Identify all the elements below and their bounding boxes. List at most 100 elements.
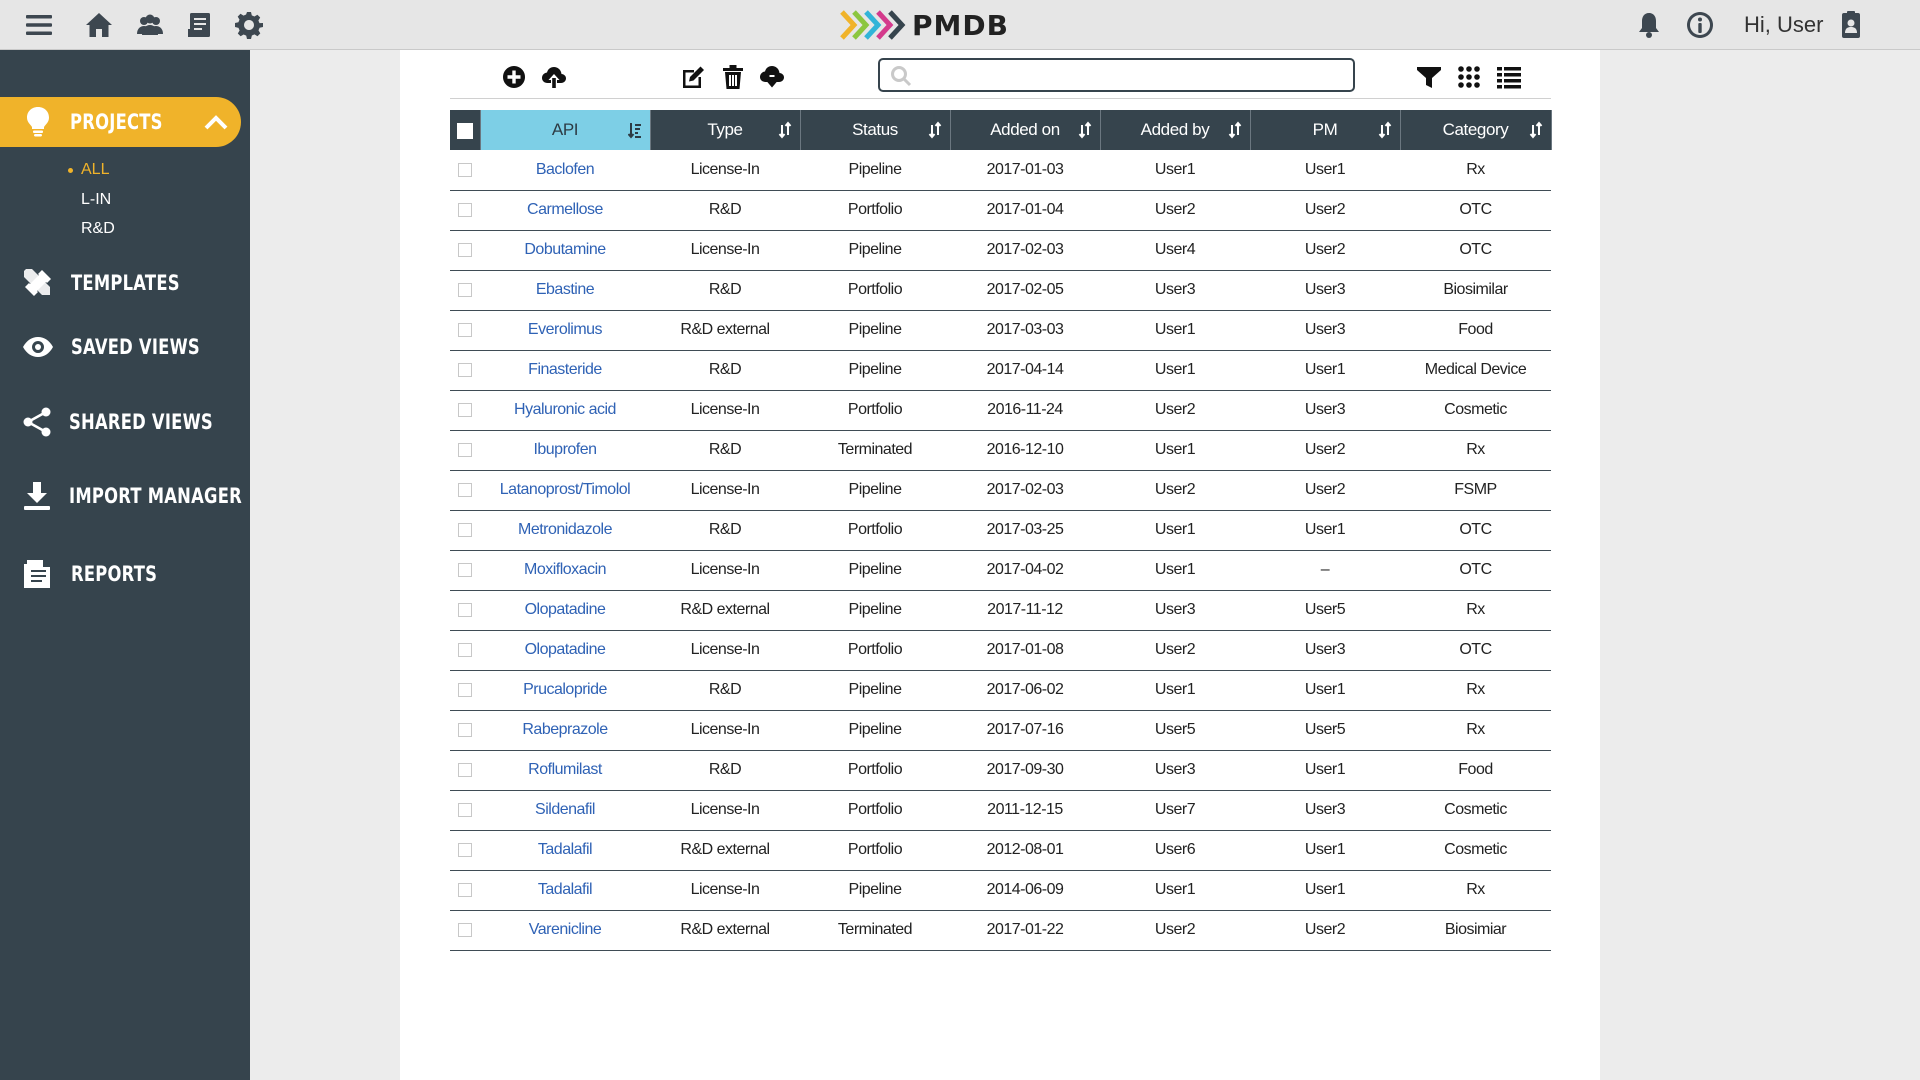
column-header-api[interactable]: API — [480, 110, 651, 150]
user-greeting[interactable]: Hi, User — [1744, 12, 1823, 38]
column-header-added-on[interactable]: Added on — [950, 110, 1101, 150]
api-link[interactable]: Olopatadine — [480, 630, 650, 671]
table-row[interactable]: Tadalafil License-In Pipeline 2014-06-09 Use… — [450, 870, 1551, 911]
api-link[interactable]: Ebastine — [480, 270, 650, 311]
row-checkbox[interactable] — [458, 202, 472, 217]
table-row[interactable]: Carmellose R&D Portfolio 2017-01-04 User2 Use… — [450, 190, 1551, 231]
table-row[interactable]: Moxifloxacin License-In Pipeline 2017-04-02… — [450, 550, 1551, 591]
api-link[interactable]: Varenicline — [480, 910, 650, 951]
table-row[interactable]: Metronidazole R&D Portfolio 2017-03-25 User1… — [450, 510, 1551, 551]
sidebar-subitem-rd[interactable]: R&D — [81, 220, 115, 238]
row-checkbox[interactable] — [458, 842, 472, 857]
row-checkbox[interactable] — [458, 882, 472, 897]
table-row[interactable]: Varenicline R&D external Terminated 2017-01… — [450, 910, 1551, 951]
user-badge-icon[interactable] — [1834, 8, 1868, 42]
bell-icon[interactable] — [1632, 8, 1666, 42]
row-checkbox[interactable] — [458, 562, 472, 577]
row-checkbox[interactable] — [458, 442, 472, 457]
row-checkbox[interactable] — [458, 682, 472, 697]
table-row[interactable]: Baclofen License-In Pipeline 2017-01-03 User… — [450, 150, 1551, 191]
sidebar-item-templates[interactable]: TEMPLATES — [0, 261, 241, 305]
api-link[interactable]: Prucalopride — [480, 670, 650, 711]
column-header-added-by[interactable]: Added by — [1100, 110, 1251, 150]
api-link[interactable]: Metronidazole — [480, 510, 650, 551]
sort-icon[interactable] — [1078, 121, 1092, 139]
edit-icon[interactable] — [678, 62, 708, 92]
row-checkbox[interactable] — [458, 762, 472, 777]
table-row[interactable]: Olopatadine R&D external Pipeline 2017-11-1… — [450, 590, 1551, 631]
documents-icon[interactable] — [183, 8, 217, 42]
gear-icon[interactable] — [232, 8, 266, 42]
sidebar-item-projects[interactable]: PROJECTS — [0, 97, 241, 147]
table-row[interactable]: Dobutamine License-In Pipeline 2017-02-03 Us… — [450, 230, 1551, 271]
list-view-icon[interactable] — [1494, 62, 1524, 92]
api-link[interactable]: Carmellose — [480, 190, 650, 231]
table-row[interactable]: Hyaluronic acid License-In Portfolio 2016-1… — [450, 390, 1551, 431]
api-link[interactable]: Roflumilast — [480, 750, 650, 791]
api-link[interactable]: Baclofen — [480, 150, 650, 191]
table-row[interactable]: Ebastine R&D Portfolio 2017-02-05 User3 User3… — [450, 270, 1551, 311]
row-checkbox[interactable] — [458, 922, 472, 937]
table-row[interactable]: Finasteride R&D Pipeline 2017-04-14 User1 Use… — [450, 350, 1551, 391]
api-link[interactable]: Tadalafil — [480, 830, 650, 871]
table-row[interactable]: Ibuprofen R&D Terminated 2016-12-10 User1 Use… — [450, 430, 1551, 471]
api-link[interactable]: Finasteride — [480, 350, 650, 391]
api-link[interactable]: Rabeprazole — [480, 710, 650, 751]
table-row[interactable]: Tadalafil R&D external Portfolio 2012-08-01… — [450, 830, 1551, 871]
table-row[interactable]: Roflumilast R&D Portfolio 2017-09-30 User3 Us… — [450, 750, 1551, 791]
sidebar-item-saved-views[interactable]: SAVED VIEWS — [0, 325, 241, 369]
row-checkbox[interactable] — [458, 242, 472, 257]
row-checkbox[interactable] — [458, 642, 472, 657]
sidebar-item-reports[interactable]: REPORTS — [0, 552, 241, 596]
row-checkbox[interactable] — [458, 482, 472, 497]
upload-icon[interactable] — [539, 62, 569, 92]
table-row[interactable]: Olopatadine License-In Portfolio 2017-01-08… — [450, 630, 1551, 671]
sort-icon[interactable] — [1378, 121, 1392, 139]
delete-icon[interactable] — [718, 62, 748, 92]
sidebar-subitem-l-in[interactable]: L-IN — [81, 191, 111, 209]
api-link[interactable]: Sildenafil — [480, 790, 650, 831]
info-icon[interactable] — [1683, 8, 1717, 42]
api-link[interactable]: Hyaluronic acid — [480, 390, 650, 431]
api-link[interactable]: Olopatadine — [480, 590, 650, 631]
row-checkbox[interactable] — [458, 602, 472, 617]
sort-icon[interactable] — [778, 121, 792, 139]
row-checkbox[interactable] — [458, 162, 472, 177]
select-all-checkbox[interactable] — [456, 122, 473, 139]
chevron-up-icon[interactable] — [203, 110, 229, 136]
api-link[interactable]: Moxifloxacin — [480, 550, 650, 591]
row-checkbox[interactable] — [458, 322, 472, 337]
users-icon[interactable] — [133, 8, 167, 42]
menu-icon[interactable] — [22, 8, 56, 42]
table-row[interactable]: Everolimus R&D external Pipeline 2017-03-03… — [450, 310, 1551, 351]
sort-ascending-icon[interactable] — [627, 121, 642, 139]
column-header-category[interactable]: Category — [1400, 110, 1552, 150]
home-icon[interactable] — [82, 8, 116, 42]
row-checkbox[interactable] — [458, 522, 472, 537]
sidebar-subitem-all[interactable]: ALL — [67, 161, 109, 179]
column-header-type[interactable]: Type — [650, 110, 801, 150]
column-header-pm[interactable]: PM — [1250, 110, 1401, 150]
sort-icon[interactable] — [1228, 121, 1242, 139]
api-link[interactable]: Latanoprost/Timolol — [480, 470, 650, 511]
row-checkbox[interactable] — [458, 402, 472, 417]
column-header-status[interactable]: Status — [800, 110, 951, 150]
row-checkbox[interactable] — [458, 722, 472, 737]
search-input[interactable] — [918, 62, 1348, 88]
add-icon[interactable] — [499, 62, 529, 92]
cloud-download-icon[interactable] — [757, 62, 787, 92]
api-link[interactable]: Ibuprofen — [480, 430, 650, 471]
api-link[interactable]: Tadalafil — [480, 870, 650, 911]
table-row[interactable]: Sildenafil License-In Portfolio 2011-12-15 U… — [450, 790, 1551, 831]
grid-view-icon[interactable] — [1454, 62, 1484, 92]
table-row[interactable]: Latanoprost/Timolol License-In Pipeline 201… — [450, 470, 1551, 511]
sidebar-item-shared-views[interactable]: SHARED VIEWS — [0, 400, 241, 444]
sort-icon[interactable] — [1529, 121, 1543, 139]
row-checkbox[interactable] — [458, 362, 472, 377]
table-row[interactable]: Prucalopride R&D Pipeline 2017-06-02 User1 Us… — [450, 670, 1551, 711]
table-row[interactable]: Rabeprazole License-In Pipeline 2017-07-16 U… — [450, 710, 1551, 751]
row-checkbox[interactable] — [458, 802, 472, 817]
sort-icon[interactable] — [928, 121, 942, 139]
row-checkbox[interactable] — [458, 282, 472, 297]
filter-icon[interactable] — [1414, 62, 1444, 92]
